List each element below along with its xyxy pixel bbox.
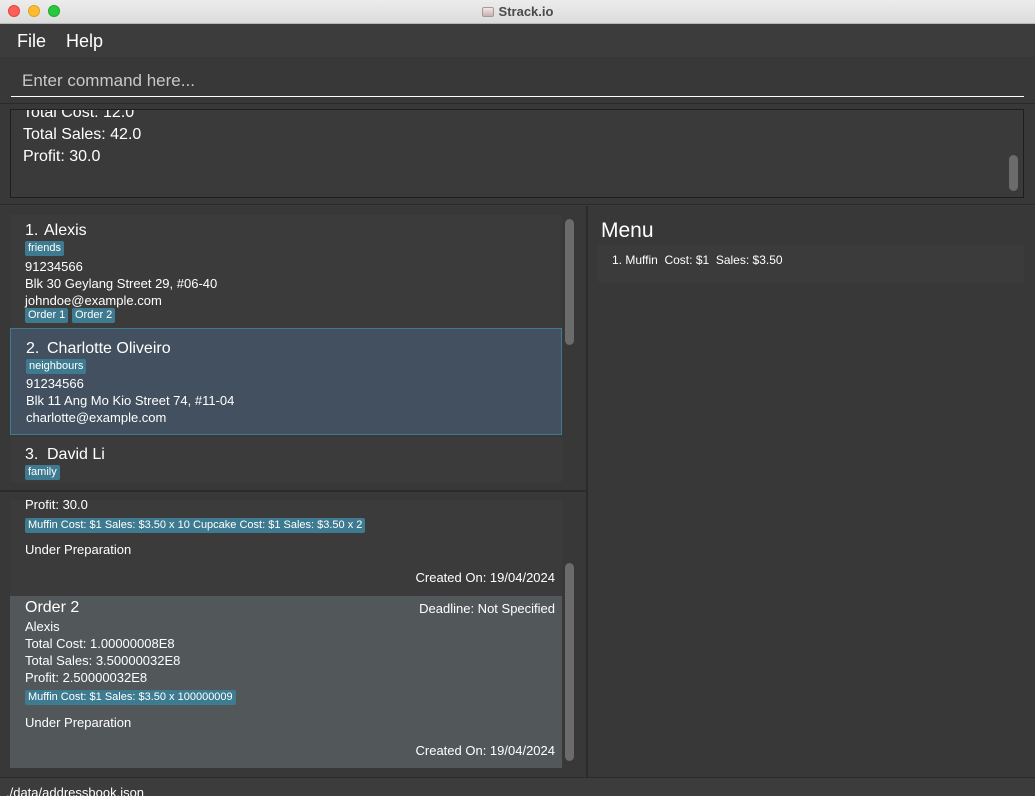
maximize-window-button[interactable] [48,5,60,17]
person-email: johndoe@example.com [25,293,162,308]
order-profit: Profit: 2.50000032E8 [25,670,148,685]
person-name: Alexis [44,222,87,239]
status-file-path: ./data/addressbook.json [6,785,145,796]
command-box [0,57,1035,104]
order-item-tag: Muffin Cost: $1 Sales: $3.50 x 100000009 [25,690,236,705]
order-customer: Alexis [25,619,60,634]
status-bar: ./data/addressbook.json [0,777,1035,796]
person-address: Blk 11 Ang Mo Kio Street 74, #11-04 [26,393,235,408]
order-item-tag: Cupcake Cost: $1 Sales: $3.50 x 2 [190,518,366,533]
person-phone: 91234566 [26,376,84,391]
order-list[interactable]: Profit: 30.0 Muffin Cost: $1 Sales: $3.5… [10,500,562,768]
window-title: Strack.io [498,4,554,19]
person-card[interactable]: 3. David Li family [10,437,562,482]
person-list[interactable]: 1. Alexis friends 91234566 Blk 30 Geylan… [10,215,562,482]
person-tag: neighbours [26,359,87,374]
person-address: Blk 30 Geylang Street 29, #06-40 [25,276,218,291]
result-text: Total Cost: 12.0 Total Sales: 42.0 Profi… [23,109,142,168]
person-order-tag: Order 2 [72,308,116,323]
order-item-tag: Muffin Cost: $1 Sales: $3.50 x 10 [25,518,193,533]
order-list-scrollbar[interactable] [565,563,574,761]
person-name: David Li [47,446,105,463]
result-line: Total Sales: 42.0 [23,126,142,143]
order-card[interactable]: Profit: 30.0 Muffin Cost: $1 Sales: $3.5… [10,500,562,596]
result-line: Profit: 30.0 [23,148,101,165]
result-display[interactable]: Total Cost: 12.0 Total Sales: 42.0 Profi… [10,109,1024,198]
person-list-scrollbar[interactable] [565,219,574,345]
order-card[interactable]: Order 2 Deadline: Not Specified Alexis T… [10,596,562,768]
order-total-sales: Total Sales: 3.50000032E8 [25,653,181,668]
window-titlebar: Strack.io [0,0,1035,24]
minimize-window-button[interactable] [28,5,40,17]
result-scrollbar[interactable] [1009,155,1018,191]
person-email: charlotte@example.com [26,410,167,425]
person-phone: 91234566 [25,259,83,274]
order-status: Under Preparation [25,542,132,557]
person-index: 2. [26,340,40,357]
person-card-selected[interactable]: 2. Charlotte Oliveiro neighbours 9123456… [10,328,562,435]
order-status: Under Preparation [25,715,132,730]
order-title: Order 2 [25,599,80,616]
person-tag: friends [25,241,65,256]
window-title-group: Strack.io [481,4,554,19]
order-created: Created On: 19/04/2024 [415,570,556,585]
order-deadline: Deadline: Not Specified [419,601,555,616]
menu-panel-title: Menu [601,219,654,242]
order-profit: Profit: 30.0 [25,500,88,512]
menu-panel: Menu 1. Muffin Cost: $1 Sales: $3.50 [588,206,1035,777]
app-icon [481,6,494,17]
left-panel: 1. Alexis friends 91234566 Blk 30 Geylan… [0,206,586,777]
menu-bar: File Help [0,25,1035,57]
person-tag: family [25,465,60,480]
person-card[interactable]: 1. Alexis friends 91234566 Blk 30 Geylan… [10,215,562,328]
person-index: 1. [25,222,39,239]
person-order-tag: Order 1 [25,308,69,323]
menu-item-text: 1. Muffin Cost: $1 Sales: $3.50 [612,253,783,267]
order-total-cost: Total Cost: 1.00000008E8 [25,636,175,651]
order-created: Created On: 19/04/2024 [415,743,556,758]
person-name: Charlotte Oliveiro [47,340,171,357]
panel-divider [0,490,586,492]
command-input[interactable] [11,65,1024,97]
result-line: Total Cost: 12.0 [23,109,135,121]
menu-list-item[interactable]: 1. Muffin Cost: $1 Sales: $3.50 [598,245,1024,282]
close-window-button[interactable] [8,5,20,17]
menu-help[interactable]: Help [66,31,103,52]
person-index: 3. [25,446,39,463]
menu-file[interactable]: File [17,31,46,52]
result-display-panel: Total Cost: 12.0 Total Sales: 42.0 Profi… [0,104,1035,205]
window-controls [8,5,60,17]
